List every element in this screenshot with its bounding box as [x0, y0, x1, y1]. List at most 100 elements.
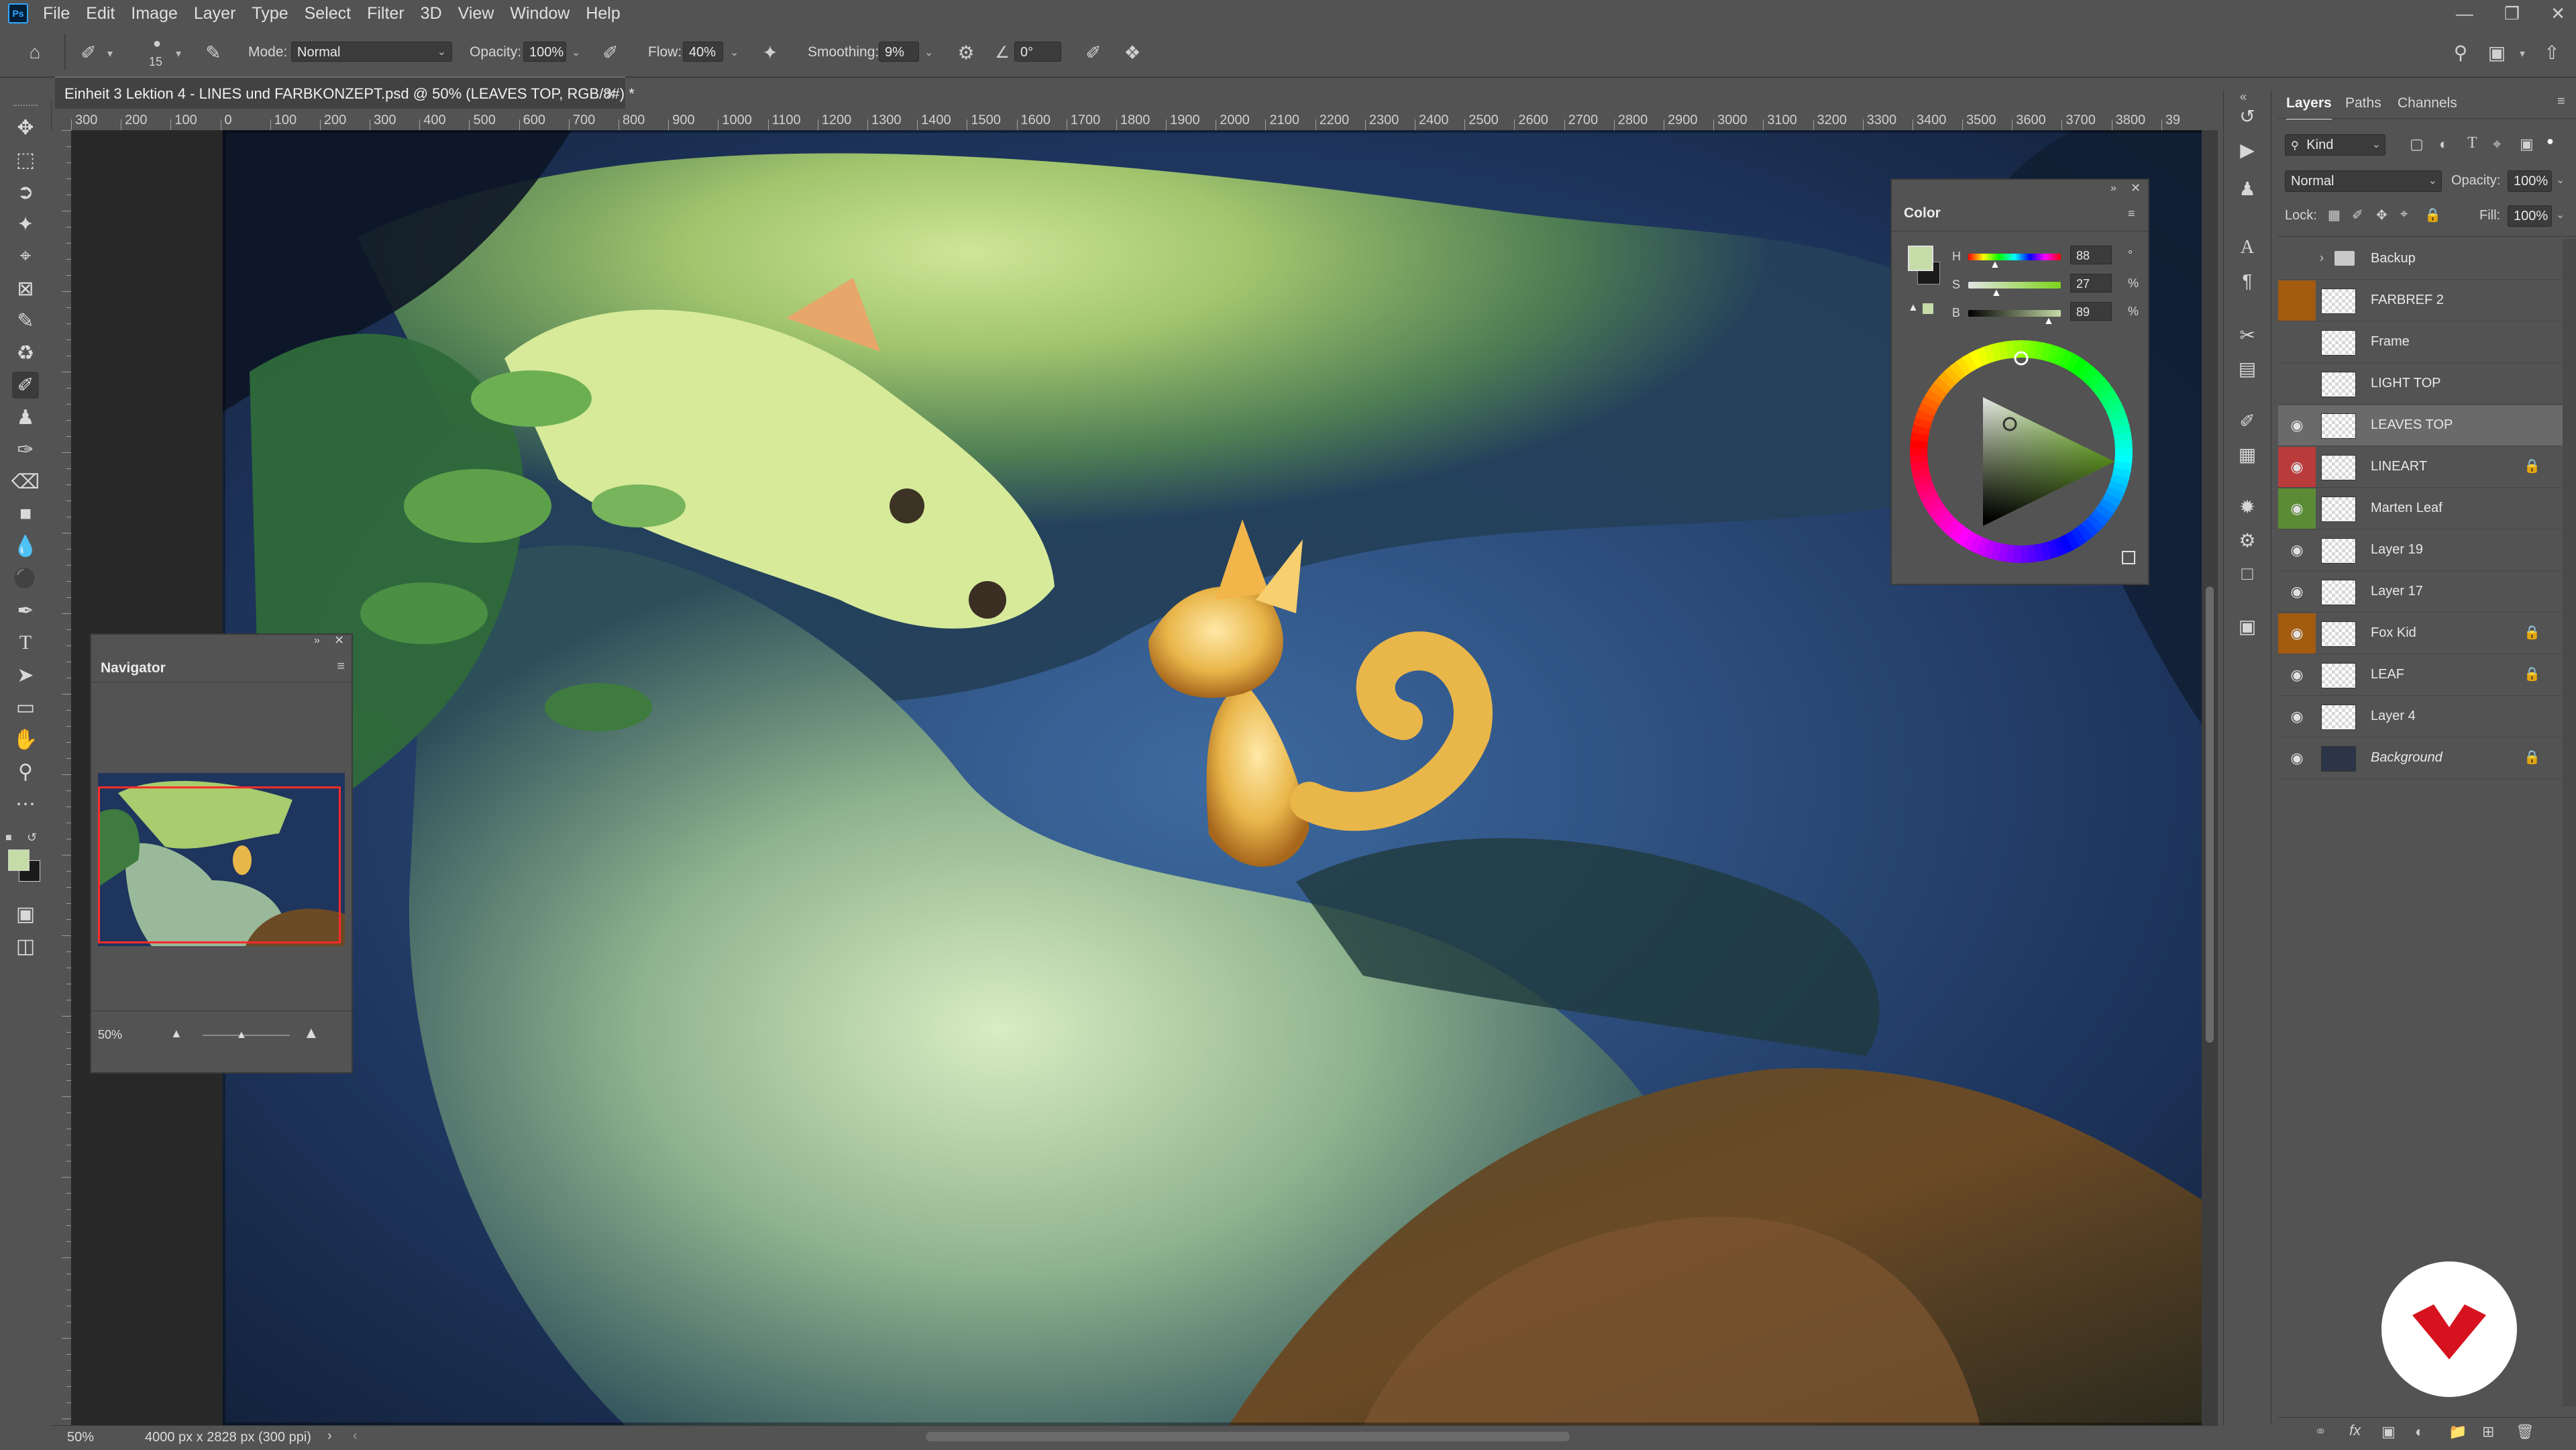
- crop-tool-icon[interactable]: ⌖: [12, 243, 39, 270]
- layer-thumbnail[interactable]: [2321, 580, 2356, 605]
- airbrush-icon[interactable]: ✦: [757, 39, 784, 66]
- visibility-eye-icon[interactable]: ◉: [2278, 738, 2316, 778]
- layer-thumbnail[interactable]: [2321, 289, 2356, 314]
- close-icon[interactable]: ✕: [2551, 3, 2565, 24]
- properties-icon[interactable]: ▤: [2236, 357, 2259, 380]
- menu-view[interactable]: View: [458, 4, 494, 23]
- default-colors-icon[interactable]: ■: [5, 832, 12, 844]
- visibility-eye-icon[interactable]: ◉: [2278, 488, 2316, 529]
- layer-thumbnail[interactable]: [2321, 538, 2356, 564]
- gear-icon[interactable]: ⚙: [953, 39, 979, 66]
- navigator-title[interactable]: Navigator: [101, 660, 166, 676]
- chevron-left-icon[interactable]: ‹: [353, 1429, 358, 1444]
- expand-icon[interactable]: [2122, 551, 2135, 564]
- layer-row[interactable]: ◉ LEAVES TOP: [2278, 405, 2563, 446]
- smoothing-field[interactable]: 9%: [879, 42, 919, 62]
- frame-tool-icon[interactable]: ⊠: [12, 275, 39, 302]
- layer-row[interactable]: ◉ Layer 4: [2278, 696, 2563, 737]
- lock-image-icon[interactable]: ✐: [2352, 207, 2363, 223]
- pressure-size-icon[interactable]: ✐: [1080, 39, 1107, 66]
- layers-scrollbar[interactable]: [2563, 239, 2576, 1406]
- filter-kind-select[interactable]: ⚲ Kind ⌄: [2285, 134, 2385, 156]
- visibility-eye-icon[interactable]: ◉: [2278, 530, 2316, 570]
- paragraph-icon[interactable]: ¶: [2236, 270, 2259, 293]
- navigator-view-box[interactable]: [98, 786, 341, 943]
- history-brush-tool-icon[interactable]: ✑: [12, 436, 39, 463]
- layer-row[interactable]: LIGHT TOP: [2278, 364, 2563, 405]
- layer-thumbnail[interactable]: [2321, 746, 2356, 772]
- visibility-eye-icon[interactable]: ◉: [2278, 447, 2316, 487]
- layer-thumbnail[interactable]: [2321, 705, 2356, 730]
- menu-edit[interactable]: Edit: [86, 4, 115, 23]
- layer-row[interactable]: ◉ Layer 19: [2278, 530, 2563, 571]
- layer-thumbnail[interactable]: [2321, 330, 2356, 356]
- panel-menu-icon[interactable]: ≡: [2557, 94, 2565, 109]
- scrollbar-thumb[interactable]: [2206, 586, 2214, 1043]
- zoom-level[interactable]: 50%: [67, 1430, 94, 1445]
- zoom-in-icon[interactable]: ▲: [303, 1024, 319, 1043]
- filter-shape-icon[interactable]: ⌖: [2493, 136, 2501, 153]
- visibility-eye-icon[interactable]: [2278, 239, 2316, 279]
- menu-window[interactable]: Window: [510, 4, 570, 23]
- visibility-eye-icon[interactable]: ◉: [2278, 572, 2316, 612]
- brushes-icon[interactable]: ✐: [2236, 409, 2259, 432]
- close-icon[interactable]: ✕: [334, 633, 344, 648]
- blur-tool-icon[interactable]: 💧: [12, 533, 39, 560]
- hue-value[interactable]: 88: [2070, 246, 2112, 264]
- visibility-eye-icon[interactable]: ◉: [2278, 655, 2316, 695]
- filter-pixel-icon[interactable]: ▢: [2410, 136, 2424, 153]
- visibility-eye-icon[interactable]: ◉: [2278, 696, 2316, 737]
- chevron-down-icon[interactable]: ⌄: [924, 46, 933, 59]
- group-expand-chevron-icon[interactable]: ›: [2320, 251, 2324, 265]
- menu-filter[interactable]: Filter: [367, 4, 405, 23]
- hue-ring-segment[interactable]: [2020, 545, 2029, 563]
- mode-select[interactable]: Normal ⌄: [291, 42, 452, 62]
- layer-row[interactable]: ◉ Background 🔒: [2278, 738, 2563, 779]
- collapse-icon[interactable]: »: [2110, 183, 2116, 195]
- websafe-swatch[interactable]: [1923, 303, 1933, 314]
- brush-tool-icon[interactable]: ✐: [75, 39, 102, 66]
- share-icon[interactable]: ⇧: [2538, 39, 2565, 66]
- magic-wand-tool-icon[interactable]: ✦: [12, 211, 39, 238]
- saturation-value[interactable]: 27: [2070, 274, 2112, 293]
- lock-all-icon[interactable]: 🔒: [2424, 207, 2441, 223]
- fill-field[interactable]: 100%: [2508, 205, 2552, 227]
- rectangle-tool-icon[interactable]: ▭: [12, 694, 39, 721]
- menu-select[interactable]: Select: [305, 4, 351, 23]
- visibility-eye-icon[interactable]: [2278, 280, 2316, 321]
- link-layers-icon[interactable]: ⚭: [2314, 1423, 2326, 1441]
- layer-row[interactable]: › Backup: [2278, 239, 2563, 280]
- menu-type[interactable]: Type: [252, 4, 288, 23]
- vertical-scrollbar[interactable]: [2202, 130, 2218, 1425]
- menu-3d[interactable]: 3D: [421, 4, 442, 23]
- panel-menu-icon[interactable]: ≡: [2128, 207, 2135, 221]
- tab-channels[interactable]: Channels: [2398, 95, 2457, 111]
- saturation-handle[interactable]: ▲: [1991, 287, 2002, 299]
- layer-row[interactable]: ◉ Fox Kid 🔒: [2278, 613, 2563, 654]
- menu-file[interactable]: File: [43, 4, 70, 23]
- styles-icon[interactable]: ⚙: [2236, 529, 2259, 552]
- layer-thumbnail[interactable]: [2321, 497, 2356, 522]
- new-layer-icon[interactable]: ⊞: [2482, 1423, 2494, 1441]
- saturation-track[interactable]: [1968, 282, 2061, 289]
- zoom-out-icon[interactable]: ▲: [170, 1027, 182, 1041]
- hand-tool-icon[interactable]: ✋: [12, 726, 39, 753]
- layer-opacity-field[interactable]: 100%: [2508, 170, 2552, 192]
- hue-track[interactable]: [1968, 254, 2061, 260]
- close-icon[interactable]: ✕: [2131, 181, 2141, 195]
- filter-toggle-icon[interactable]: ●: [2546, 134, 2554, 148]
- filter-smart-object-icon[interactable]: ▣: [2520, 136, 2534, 153]
- lock-transparent-icon[interactable]: ▦: [2328, 207, 2341, 223]
- layer-row[interactable]: Frame: [2278, 322, 2563, 363]
- layer-thumbnail[interactable]: [2321, 413, 2356, 439]
- navigator-dock-icon[interactable]: ▣: [2236, 615, 2259, 637]
- flow-field[interactable]: 40%: [683, 42, 723, 62]
- chevron-right-icon[interactable]: ›: [327, 1429, 332, 1444]
- filter-type-icon[interactable]: T: [2467, 134, 2477, 152]
- collapse-icon[interactable]: »: [314, 635, 320, 647]
- chevron-down-icon[interactable]: ⌄: [572, 46, 580, 59]
- minimize-icon[interactable]: —: [2456, 3, 2473, 24]
- workspace-icon[interactable]: ▣: [2483, 39, 2510, 66]
- swatches-icon[interactable]: □: [2236, 562, 2259, 585]
- brush-tool-icon[interactable]: ✐: [12, 372, 39, 399]
